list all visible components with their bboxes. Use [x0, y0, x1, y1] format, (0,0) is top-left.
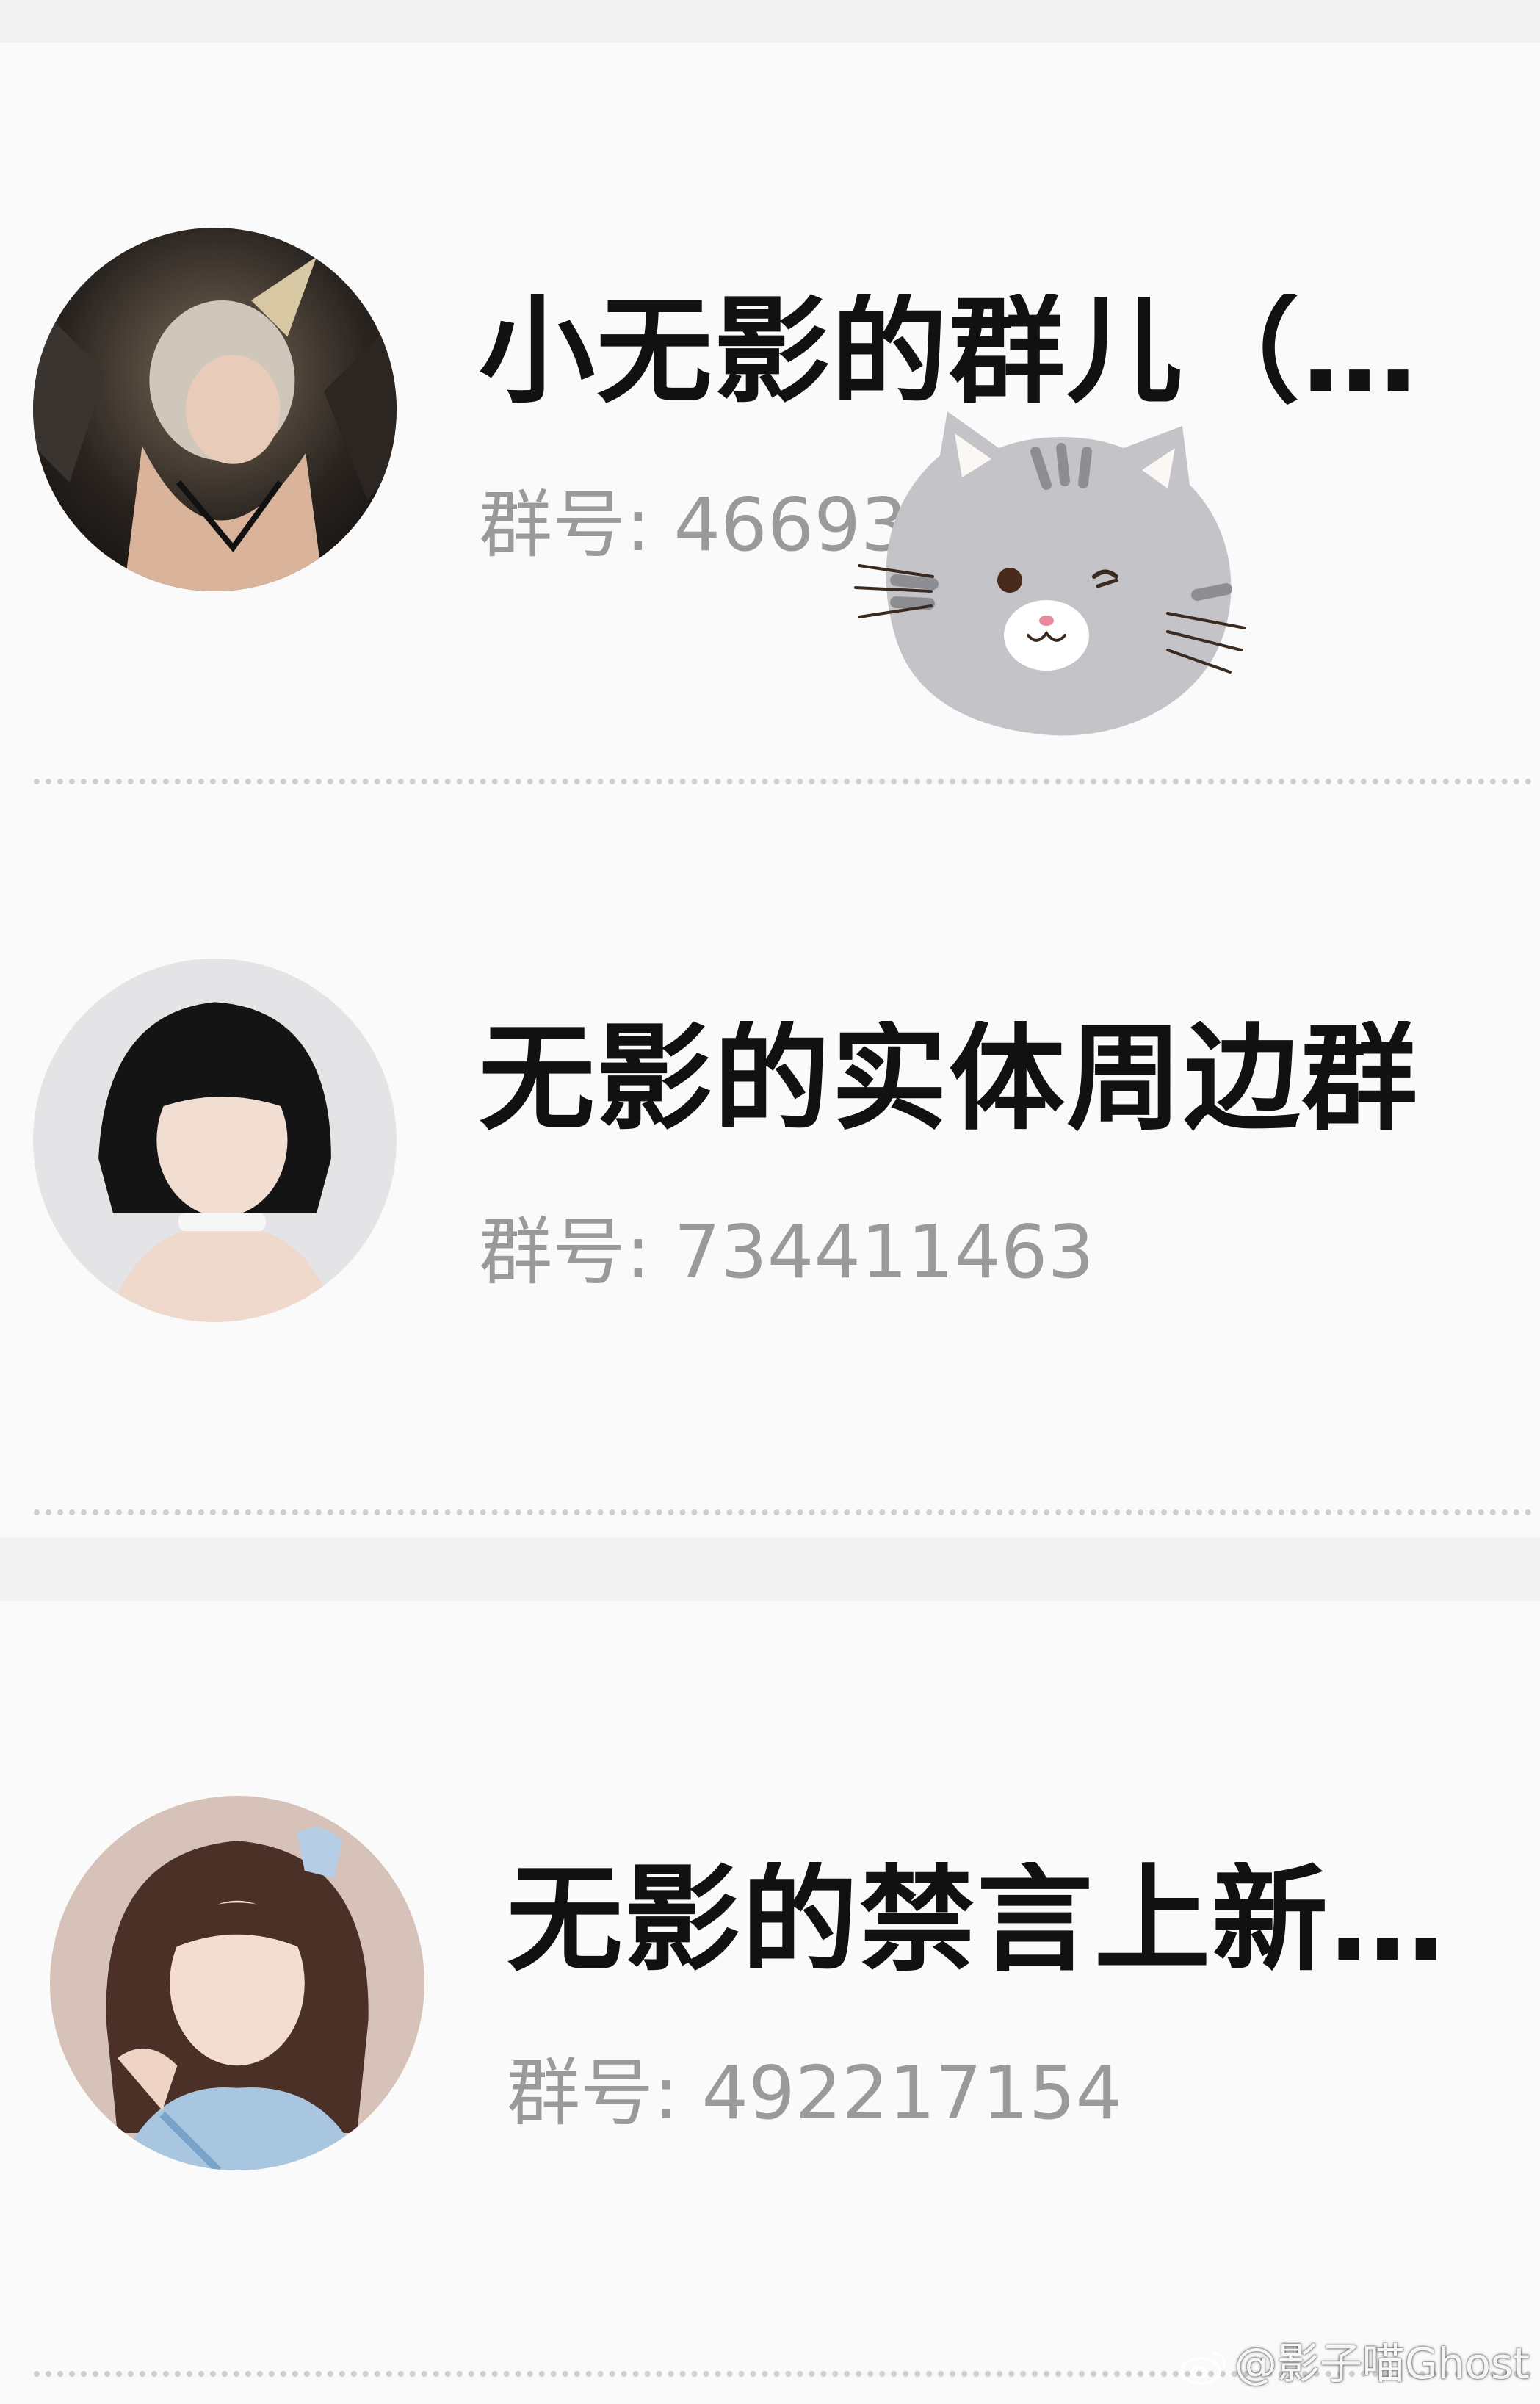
winking-cat-icon	[845, 397, 1256, 764]
group-id-value: 734411463	[673, 1209, 1095, 1295]
watermark: @影子喵Ghost	[1179, 2329, 1530, 2391]
row-divider	[34, 779, 1532, 784]
group-id-label: 群号:	[479, 1209, 651, 1295]
group-avatar	[50, 1796, 424, 2170]
weibo-icon	[1179, 2346, 1230, 2387]
group-id: 群号: 46693	[479, 488, 908, 562]
group-id: 群号: 734411463	[479, 1216, 1094, 1289]
group-id-value: 492217154	[701, 2050, 1123, 2136]
group-avatar	[33, 228, 397, 591]
group-name: 无影的禁言上新通…	[507, 1862, 1535, 1978]
group-id-label: 群号:	[479, 482, 651, 568]
group-id-label: 群号:	[507, 2050, 679, 2136]
row-divider	[34, 1509, 1532, 1515]
group-name: 小无影的群儿（一…	[479, 294, 1507, 410]
group-id: 群号: 492217154	[507, 2057, 1122, 2130]
group-avatar	[33, 959, 397, 1322]
watermark-text: @影子喵Ghost	[1234, 2339, 1530, 2389]
group-name: 无影的实体周边群	[479, 1021, 1419, 1137]
